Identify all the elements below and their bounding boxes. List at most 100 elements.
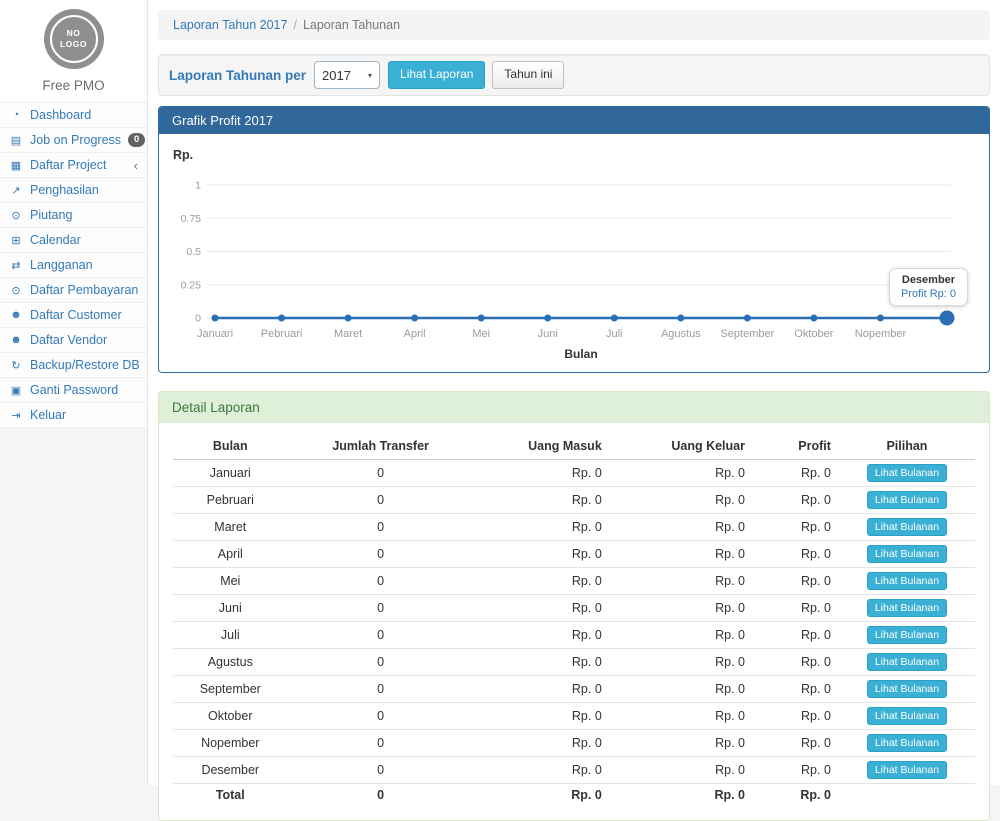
table-row: Agustus0Rp. 0Rp. 0Rp. 0Lihat Bulanan <box>173 649 975 676</box>
sidebar-item-daftar-vendor[interactable]: ☻Daftar Vendor <box>0 327 147 352</box>
lihat-bulanan-button[interactable]: Lihat Bulanan <box>867 572 947 590</box>
svg-text:Agustus: Agustus <box>661 328 701 340</box>
svg-text:Juli: Juli <box>606 328 623 340</box>
cell-bulan: Oktober <box>173 703 288 730</box>
cell-jumlah-transfer: 0 <box>288 649 474 676</box>
cell-jumlah-transfer: 0 <box>288 541 474 568</box>
logo-text-line2: LOGO <box>60 39 87 50</box>
sidebar-item-langganan[interactable]: ⇄Langganan <box>0 252 147 277</box>
sidebar-item-label: Daftar Customer <box>30 308 122 322</box>
sidebar-item-label: Daftar Vendor <box>30 333 107 347</box>
sidebar-item-daftar-customer[interactable]: ☻Daftar Customer <box>0 302 147 327</box>
sidebar-item-label: Job on Progress <box>30 133 121 147</box>
total-profit: Rp. 0 <box>753 784 839 807</box>
sidebar-item-piutang[interactable]: ⊙Piutang <box>0 202 147 227</box>
lihat-bulanan-button[interactable]: Lihat Bulanan <box>867 653 947 671</box>
cell-uang-keluar: Rp. 0 <box>610 541 753 568</box>
line-chart-icon: ↗ <box>9 184 23 197</box>
cell-profit: Rp. 0 <box>753 541 839 568</box>
table-header-row: BulanJumlah TransferUang MasukUang Kelua… <box>173 433 975 460</box>
sidebar-item-label: Backup/Restore DB <box>30 358 140 372</box>
cell-bulan: Desember <box>173 757 288 784</box>
breadcrumb-current: Laporan Tahunan <box>303 18 400 32</box>
lihat-bulanan-button[interactable]: Lihat Bulanan <box>867 545 947 563</box>
svg-text:Januari: Januari <box>197 328 233 340</box>
cell-uang-keluar: Rp. 0 <box>610 757 753 784</box>
lihat-bulanan-button[interactable]: Lihat Bulanan <box>867 491 947 509</box>
lihat-bulanan-button[interactable]: Lihat Bulanan <box>867 734 947 752</box>
sidebar-item-label: Piutang <box>30 208 72 222</box>
sidebar-item-daftar-project[interactable]: ▦Daftar Project‹ <box>0 152 147 177</box>
sidebar-item-dashboard[interactable]: ◔Dashboard <box>0 102 147 127</box>
table-row: Pebruari0Rp. 0Rp. 0Rp. 0Lihat Bulanan <box>173 487 975 514</box>
cell-uang-masuk: Rp. 0 <box>474 460 610 487</box>
table-row: Mei0Rp. 0Rp. 0Rp. 0Lihat Bulanan <box>173 568 975 595</box>
chevron-left-icon: ‹ <box>134 159 138 172</box>
total-jumlah-transfer: 0 <box>288 784 474 807</box>
cell-profit: Rp. 0 <box>753 649 839 676</box>
table-total-row: Total0Rp. 0Rp. 0Rp. 0 <box>173 784 975 807</box>
sidebar-item-backup-restore-db[interactable]: ↻Backup/Restore DB <box>0 352 147 377</box>
svg-text:Oktober: Oktober <box>794 328 833 340</box>
breadcrumb-link-laporan-tahun[interactable]: Laporan Tahun 2017 <box>173 18 287 32</box>
brand-name: Free PMO <box>0 71 147 102</box>
lihat-laporan-button[interactable]: Lihat Laporan <box>388 61 485 89</box>
sidebar-item-penghasilan[interactable]: ↗Penghasilan <box>0 177 147 202</box>
sidebar-item-daftar-pembayaran[interactable]: ⊙ Daftar Pembayaran <box>0 277 147 302</box>
svg-text:0.75: 0.75 <box>181 213 202 225</box>
column-header: Uang Masuk <box>474 433 610 460</box>
lihat-bulanan-button[interactable]: Lihat Bulanan <box>867 761 947 779</box>
total-uang-masuk: Rp. 0 <box>474 784 610 807</box>
sidebar-item-label: Daftar Pembayaran <box>30 283 138 297</box>
tahun-ini-button[interactable]: Tahun ini <box>492 61 564 89</box>
cell-uang-masuk: Rp. 0 <box>474 676 610 703</box>
lihat-bulanan-button[interactable]: Lihat Bulanan <box>867 518 947 536</box>
sidebar-item-label: Calendar <box>30 233 81 247</box>
cell-profit: Rp. 0 <box>753 460 839 487</box>
cell-bulan: Juli <box>173 622 288 649</box>
cell-uang-masuk: Rp. 0 <box>474 730 610 757</box>
sidebar-item-job-on-progress[interactable]: ▤ Job on Progress 0 <box>0 127 147 152</box>
svg-text:Nopember: Nopember <box>855 328 907 340</box>
cell-bulan: September <box>173 676 288 703</box>
lihat-bulanan-button[interactable]: Lihat Bulanan <box>867 599 947 617</box>
sidebar-item-calendar[interactable]: ⊞ Calendar <box>0 227 147 252</box>
svg-text:0: 0 <box>195 313 201 325</box>
profit-line-chart: 10.750.50.250Rp.JanuariPebruariMaretApri… <box>171 142 977 362</box>
cell-uang-masuk: Rp. 0 <box>474 487 610 514</box>
cell-profit: Rp. 0 <box>753 568 839 595</box>
table-panel-title: Detail Laporan <box>159 392 989 423</box>
lihat-bulanan-button[interactable]: Lihat Bulanan <box>867 626 947 644</box>
year-select[interactable]: 2017 ▾ <box>314 61 380 89</box>
cell-bulan: Januari <box>173 460 288 487</box>
sidebar-menu: ◔Dashboard ▤ Job on Progress 0 ▦Daftar Proje… <box>0 102 147 428</box>
cell-uang-masuk: Rp. 0 <box>474 622 610 649</box>
lihat-bulanan-button[interactable]: Lihat Bulanan <box>867 464 947 482</box>
lihat-bulanan-button[interactable]: Lihat Bulanan <box>867 707 947 725</box>
table-row: Juli0Rp. 0Rp. 0Rp. 0Lihat Bulanan <box>173 622 975 649</box>
cell-jumlah-transfer: 0 <box>288 676 474 703</box>
sidebar-item-ganti-password[interactable]: ▣Ganti Password <box>0 377 147 402</box>
sidebar-item-keluar[interactable]: ⇥Keluar <box>0 402 147 428</box>
cell-profit: Rp. 0 <box>753 487 839 514</box>
total-label: Total <box>173 784 288 807</box>
cell-uang-keluar: Rp. 0 <box>610 622 753 649</box>
cell-profit: Rp. 0 <box>753 757 839 784</box>
breadcrumb: Laporan Tahun 2017/Laporan Tahunan <box>158 10 990 40</box>
svg-text:Maret: Maret <box>334 328 362 340</box>
money-icon: ⊙ <box>9 284 23 297</box>
svg-text:Mei: Mei <box>472 328 490 340</box>
tooltip-value: Profit Rp: 0 <box>901 288 956 300</box>
cell-uang-keluar: Rp. 0 <box>610 568 753 595</box>
count-badge: 0 <box>128 133 145 147</box>
cell-uang-keluar: Rp. 0 <box>610 703 753 730</box>
tasks-icon: ▤ <box>9 134 23 147</box>
svg-text:Rp.: Rp. <box>173 148 193 162</box>
column-header: Uang Keluar <box>610 433 753 460</box>
calendar-icon: ⊞ <box>9 234 23 247</box>
column-header: Bulan <box>173 433 288 460</box>
svg-text:0.25: 0.25 <box>181 279 202 291</box>
logo-text-line1: NO <box>67 28 81 39</box>
lihat-bulanan-button[interactable]: Lihat Bulanan <box>867 680 947 698</box>
table-row: April0Rp. 0Rp. 0Rp. 0Lihat Bulanan <box>173 541 975 568</box>
